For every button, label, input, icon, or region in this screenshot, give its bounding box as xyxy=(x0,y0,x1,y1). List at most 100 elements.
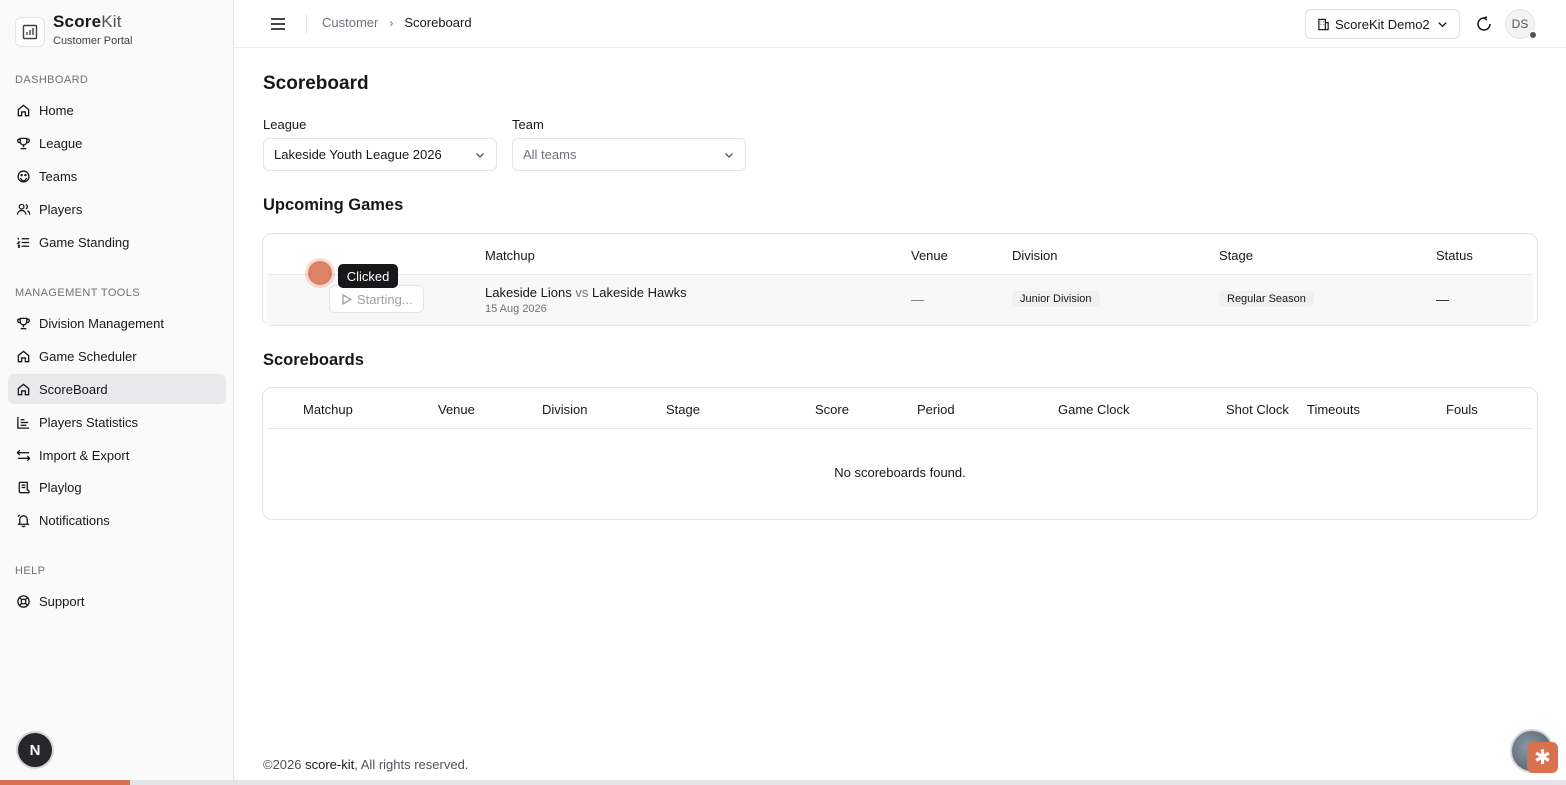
stage-badge: Regular Season xyxy=(1219,291,1314,307)
status-dot xyxy=(1529,31,1537,39)
top-header: Customer › Scoreboard ScoreKit Demo2 DS xyxy=(234,0,1566,48)
column-header-division: Division xyxy=(542,402,588,417)
section-title-management-tools: MANAGEMENT TOOLS xyxy=(15,287,140,299)
dev-tools-badge[interactable]: N xyxy=(18,733,52,767)
sidebar-item-label: Playlog xyxy=(39,479,82,495)
column-header-fouls: Fouls xyxy=(1446,402,1478,417)
building-icon xyxy=(1318,18,1329,30)
sidebar-item-support[interactable]: Support xyxy=(8,586,226,616)
upcoming-games-table: Matchup Venue Division Stage Status Star… xyxy=(262,233,1538,326)
org-switcher[interactable]: ScoreKit Demo2 xyxy=(1305,9,1460,39)
sidebar-item-import-export[interactable]: Import & Export xyxy=(8,440,226,470)
column-header-venue: Venue xyxy=(438,402,475,417)
column-header-period: Period xyxy=(917,402,955,417)
start-game-button[interactable]: Starting... xyxy=(329,285,424,313)
scoreboards-heading: Scoreboards xyxy=(263,351,364,369)
sidebar-item-label: League xyxy=(39,135,83,151)
venue-cell: — xyxy=(911,292,924,307)
sidebar-item-league[interactable]: League xyxy=(8,128,226,158)
theme-toggle-icon[interactable] xyxy=(1474,14,1494,34)
league-label: League xyxy=(263,117,307,132)
click-indicator xyxy=(308,261,332,285)
sidebar-item-label: Game Scheduler xyxy=(39,348,137,364)
sidebar-item-label: Players Statistics xyxy=(39,414,138,430)
sidebar-item-label: ScoreBoard xyxy=(39,381,108,397)
sidebar-item-label: Game Standing xyxy=(39,234,130,250)
trophy-icon xyxy=(17,317,30,329)
empty-state: No scoreboards found. xyxy=(834,465,966,480)
sidebar-item-label: Support xyxy=(39,593,85,609)
sidebar-item-players-statistics[interactable]: Players Statistics xyxy=(8,407,226,437)
footer-suffix: , All rights reserved. xyxy=(354,757,469,772)
sidebar-item-teams[interactable]: Teams xyxy=(8,161,226,191)
brand[interactable]: ScoreKit Customer Portal xyxy=(15,12,132,47)
matchup-cell: Lakeside Lions vs Lakeside Hawks xyxy=(485,285,687,300)
upcoming-games-heading: Upcoming Games xyxy=(263,196,404,214)
sidebar-item-game-standing[interactable]: Game Standing xyxy=(8,227,226,257)
header-divider xyxy=(306,14,307,34)
footer: ©2026 score-kit, All rights reserved. xyxy=(263,757,468,772)
league-select-value: Lakeside Youth League 2026 xyxy=(274,147,442,162)
chevron-down-icon xyxy=(725,153,733,158)
column-header-status: Status xyxy=(1436,248,1473,263)
avatar-initials: DS xyxy=(1511,17,1529,31)
league-select[interactable]: Lakeside Youth League 2026 xyxy=(263,138,497,171)
column-header-stage: Stage xyxy=(666,402,700,417)
swap-icon xyxy=(16,449,31,461)
teams-icon xyxy=(17,169,30,183)
division-badge: Junior Division xyxy=(1012,291,1100,307)
column-header-timeouts: Timeouts xyxy=(1307,402,1360,417)
sidebar-item-players[interactable]: Players xyxy=(8,194,226,224)
sidebar-item-scoreboard[interactable]: ScoreBoard xyxy=(8,374,226,404)
sidebar-item-label: Import & Export xyxy=(39,447,130,463)
page-progress-fill xyxy=(0,780,130,785)
section-title-help: HELP xyxy=(15,565,46,577)
breadcrumb-scoreboard: Scoreboard xyxy=(404,15,472,30)
status-cell: — xyxy=(1436,292,1449,307)
sidebar-item-label: Notifications xyxy=(39,512,110,528)
sidebar-item-notifications[interactable]: Notifications xyxy=(8,505,226,535)
team-select[interactable]: All teams xyxy=(512,138,746,171)
column-header-score: Score xyxy=(815,402,849,417)
menu-icon[interactable] xyxy=(268,14,288,34)
sidebar-item-home[interactable]: Home xyxy=(8,95,226,125)
page-progress-bar xyxy=(0,780,1566,785)
home-icon xyxy=(17,103,30,116)
chevron-right-icon: › xyxy=(389,15,394,30)
sidebar-item-division-management[interactable]: Division Management xyxy=(8,308,226,338)
chevron-down-icon xyxy=(476,153,484,158)
sidebar-item-label: Players xyxy=(39,201,83,217)
column-header-shot-clock: Shot Clock xyxy=(1226,402,1289,417)
sparkle-icon[interactable]: ✱ xyxy=(1527,742,1558,773)
team-label: Team xyxy=(512,117,544,132)
page-title: Scoreboard xyxy=(263,73,369,94)
breadcrumb-customer[interactable]: Customer xyxy=(322,15,378,30)
home-icon xyxy=(17,349,30,362)
team-select-placeholder: All teams xyxy=(523,147,577,162)
scoreboards-table: Matchup Venue Division Stage Score Perio… xyxy=(262,387,1538,520)
footer-brand-link[interactable]: score-kit xyxy=(305,757,354,772)
section-title-dashboard: DASHBOARD xyxy=(15,74,89,86)
sidebar-item-game-scheduler[interactable]: Game Scheduler xyxy=(8,341,226,371)
footer-prefix: ©2026 xyxy=(263,757,306,772)
away-team: Lakeside Hawks xyxy=(591,285,687,300)
header-divider xyxy=(267,428,1533,429)
column-header-game-clock: Game Clock xyxy=(1058,402,1130,417)
sidebar-item-playlog[interactable]: Playlog xyxy=(8,472,226,502)
sidebar-item-label: Teams xyxy=(39,168,78,184)
home-icon xyxy=(17,382,30,395)
sidebar-item-label: Division Management xyxy=(39,315,165,331)
sidebar: ScoreKit Customer Portal DASHBOARD Home … xyxy=(0,0,234,785)
brand-subtitle: Customer Portal xyxy=(53,35,133,47)
column-header-stage: Stage xyxy=(1219,248,1253,263)
chevron-down-icon xyxy=(1437,21,1447,27)
column-header-matchup: Matchup xyxy=(303,402,353,417)
scroll-icon xyxy=(18,481,30,493)
start-game-label: Starting... xyxy=(357,291,413,307)
trophy-icon xyxy=(17,137,30,149)
sidebar-item-label: Home xyxy=(39,102,74,118)
breadcrumb: Customer › Scoreboard xyxy=(322,15,472,30)
bell-icon xyxy=(17,513,30,527)
avatar[interactable]: DS xyxy=(1505,9,1537,39)
column-header-division: Division xyxy=(1012,248,1058,263)
